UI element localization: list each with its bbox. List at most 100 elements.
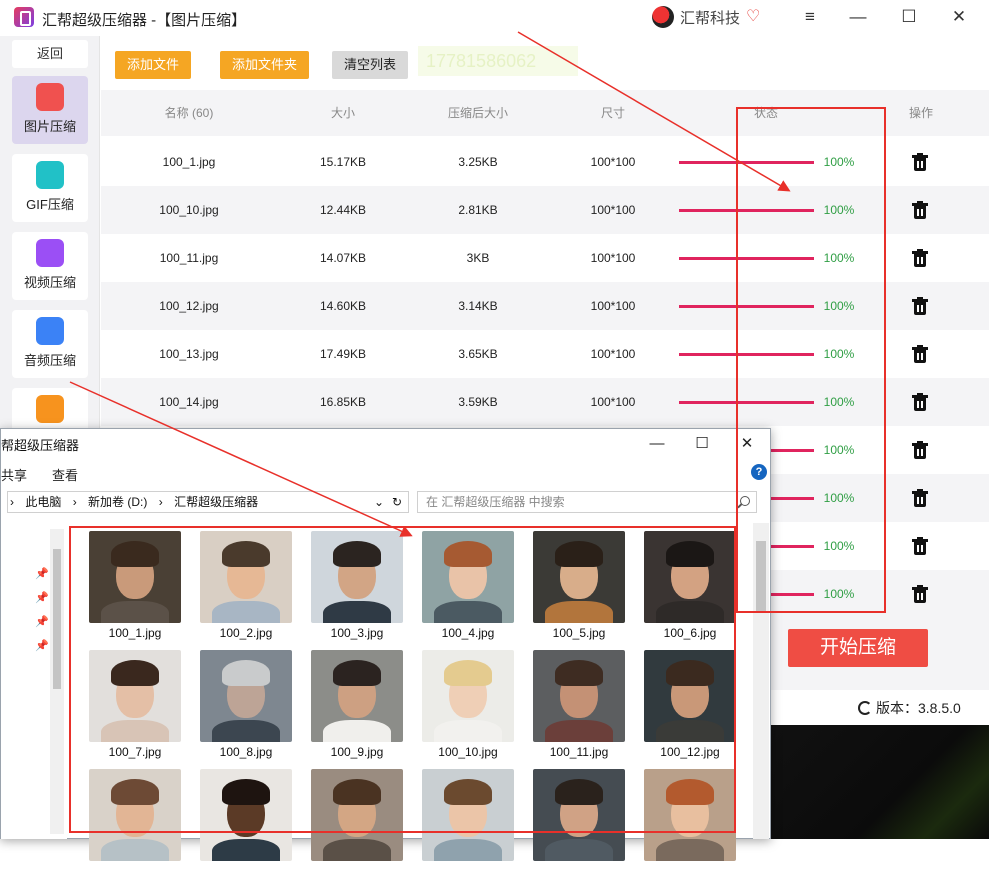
trash-icon[interactable] xyxy=(912,489,928,507)
refresh-icon[interactable] xyxy=(858,701,872,715)
sidebar-item-gif[interactable]: GIF压缩 xyxy=(12,154,88,222)
trash-icon[interactable] xyxy=(912,201,928,219)
pdf-icon xyxy=(36,395,64,423)
trash-icon[interactable] xyxy=(912,345,928,363)
title-bar: 汇帮超级压缩器 -【图片压缩】 汇帮科技 ♡ ≡ — ☐ ✕ xyxy=(0,0,989,36)
breadcrumb-drive-d[interactable]: 新加卷 (D:) xyxy=(88,495,147,509)
cell-compressed: 3KB xyxy=(466,251,490,265)
menu-share[interactable]: 共享 xyxy=(1,465,27,484)
file-name xyxy=(416,864,520,880)
trash-icon[interactable] xyxy=(912,153,928,171)
cell-name: 100_12.jpg xyxy=(159,299,219,313)
cell-dims: 100*100 xyxy=(590,395,636,409)
pin-icon[interactable]: 📌 xyxy=(35,569,49,580)
explorer-title: 帮超级压缩器 xyxy=(1,438,80,453)
cell-dims: 100*100 xyxy=(590,347,636,361)
brand-logo-icon xyxy=(652,6,674,28)
watermark-text: 17781586062 xyxy=(418,46,578,76)
file-name xyxy=(83,864,187,880)
sidebar-item-video[interactable]: 视频压缩 xyxy=(12,232,88,300)
maximize-button[interactable]: ☐ xyxy=(896,6,922,28)
back-button[interactable]: 返回 xyxy=(12,40,88,68)
trash-icon[interactable] xyxy=(912,585,928,603)
breadcrumb-this-pc[interactable]: 此电脑 xyxy=(25,495,61,509)
cell-name: 100_13.jpg xyxy=(159,347,219,361)
version-text: 版本：3.8.5.0 xyxy=(876,700,961,716)
cell-dims: 100*100 xyxy=(590,299,636,313)
brand[interactable]: 汇帮科技 ♡ xyxy=(652,6,764,28)
address-bar[interactable]: › 此电脑 › 新加卷 (D:) › 汇帮超级压缩器 ⌄ ↻ xyxy=(7,491,409,513)
header-ops: 操作 xyxy=(908,106,933,120)
search-placeholder: 在 汇帮超级压缩器 中搜索 xyxy=(426,495,565,509)
add-folder-button[interactable]: 添加文件夹 xyxy=(220,51,310,79)
cell-name: 100_14.jpg xyxy=(159,395,219,409)
sidebar-item-label: 视频压缩 xyxy=(23,275,76,290)
files-highlight-box xyxy=(69,526,736,833)
cell-compressed: 3.59KB xyxy=(458,395,498,409)
pin-icon[interactable]: 📌 xyxy=(35,641,49,652)
cell-dims: 100*100 xyxy=(590,251,636,265)
status-highlight-box xyxy=(736,107,886,613)
minimize-button[interactable]: — xyxy=(845,6,871,28)
cell-name: 100_10.jpg xyxy=(159,203,219,217)
heart-icon[interactable]: ♡ xyxy=(746,8,764,26)
app-title: 汇帮超级压缩器 -【图片压缩】 xyxy=(42,12,247,29)
cell-name: 100_11.jpg xyxy=(159,251,219,265)
scrollbar-thumb[interactable] xyxy=(53,549,61,689)
cell-dims: 100*100 xyxy=(590,155,636,169)
sidebar-item-label: 图片压缩 xyxy=(23,119,76,134)
gif-icon xyxy=(36,161,64,189)
cell-compressed: 2.81KB xyxy=(458,203,498,217)
sidebar-item-label: 音频压缩 xyxy=(23,353,76,368)
cell-name: 100_1.jpg xyxy=(162,155,216,169)
trash-icon[interactable] xyxy=(912,297,928,315)
header-name[interactable]: 名称 (60) xyxy=(141,90,237,136)
search-input[interactable]: 在 汇帮超级压缩器 中搜索 xyxy=(417,491,757,513)
breadcrumb-separator: › xyxy=(158,495,163,509)
cell-size: 12.44KB xyxy=(319,203,367,217)
breadcrumb-separator: › xyxy=(10,495,14,509)
sidebar-item-label: GIF压缩 xyxy=(26,197,74,212)
video-icon xyxy=(36,239,64,267)
cell-size: 14.60KB xyxy=(319,299,367,313)
header-size[interactable]: 大小 xyxy=(301,90,385,136)
trash-icon[interactable] xyxy=(912,249,928,267)
breadcrumb-folder[interactable]: 汇帮超级压缩器 xyxy=(174,495,258,509)
cell-compressed: 3.25KB xyxy=(458,155,498,169)
file-name xyxy=(194,864,298,880)
cell-dims: 100*100 xyxy=(590,203,636,217)
sidebar-item-audio[interactable]: 音频压缩 xyxy=(12,310,88,378)
app-logo-icon xyxy=(14,7,34,27)
cell-size: 16.85KB xyxy=(319,395,367,409)
close-button[interactable]: ✕ xyxy=(946,6,972,28)
refresh-icon[interactable]: ↻ xyxy=(392,492,402,512)
header-dims[interactable]: 尺寸 xyxy=(571,90,655,136)
explorer-maximize-button[interactable]: ☐ xyxy=(687,433,717,455)
trash-icon[interactable] xyxy=(912,441,928,459)
pin-icon[interactable]: 📌 xyxy=(35,617,49,628)
header-compressed[interactable]: 压缩后大小 xyxy=(436,90,520,136)
cell-size: 14.07KB xyxy=(319,251,367,265)
menu-icon[interactable]: ≡ xyxy=(797,6,823,28)
add-file-button[interactable]: 添加文件 xyxy=(115,51,192,79)
chevron-down-icon[interactable]: ⌄ xyxy=(374,492,384,512)
menu-view[interactable]: 查看 xyxy=(52,465,78,484)
sidebar-item-image[interactable]: 图片压缩 xyxy=(12,76,88,144)
cell-compressed: 3.14KB xyxy=(458,299,498,313)
cell-size: 17.49KB xyxy=(319,347,367,361)
audio-icon xyxy=(36,317,64,345)
breadcrumb-separator: › xyxy=(72,495,77,509)
start-compress-button[interactable]: 开始压缩 xyxy=(788,629,928,667)
clear-list-button[interactable]: 清空列表 xyxy=(332,51,409,79)
trash-icon[interactable] xyxy=(912,393,928,411)
brand-name: 汇帮科技 xyxy=(680,9,741,27)
pin-icon[interactable]: 📌 xyxy=(35,593,49,604)
background-desktop xyxy=(770,725,989,839)
nav-scrollbar[interactable] xyxy=(50,529,64,834)
image-icon xyxy=(36,83,64,111)
file-name xyxy=(527,864,631,880)
trash-icon[interactable] xyxy=(912,537,928,555)
version-label: 版本：3.8.5.0 xyxy=(858,698,961,718)
file-name xyxy=(638,864,742,880)
explorer-minimize-button[interactable]: — xyxy=(642,433,672,455)
